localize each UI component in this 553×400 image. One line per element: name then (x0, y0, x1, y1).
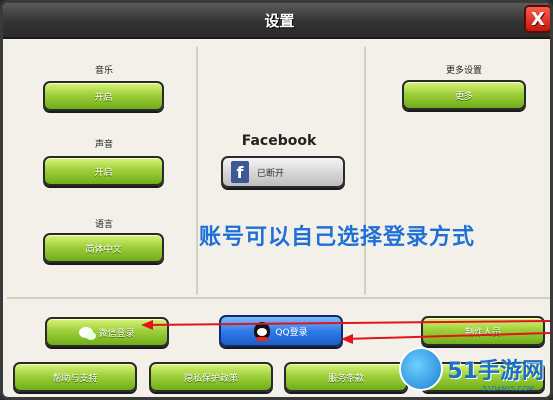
more-settings-label: 更多设置 (445, 66, 482, 76)
column-divider-left (196, 47, 198, 295)
help-support-button[interactable]: 帮助与支持 (13, 362, 137, 392)
facebook-label: Facebook (241, 133, 317, 149)
facebook-button-label: 已断开 (257, 168, 285, 179)
settings-window: 设置 X 音乐 开启 声音 开启 语言 简体中文 Facebook f 已断开 … (0, 0, 553, 400)
watermark-logo-icon (399, 347, 444, 391)
wechat-login-label: 微信登录 (98, 328, 135, 339)
credits-button[interactable]: 制作人员 (421, 316, 545, 346)
music-toggle-button[interactable]: 开启 (43, 81, 164, 111)
language-label: 语言 (94, 220, 113, 230)
annotation-text: 账号可以自己选择登录方式 (199, 225, 476, 250)
sound-toggle-button[interactable]: 开启 (43, 156, 164, 186)
privacy-policy-button[interactable]: 隐私保护政策 (149, 362, 273, 392)
wechat-login-button[interactable]: 微信登录 (45, 317, 169, 347)
more-settings-button[interactable]: 更多 (402, 80, 526, 110)
sound-label: 声音 (94, 140, 113, 150)
section-divider (7, 297, 550, 299)
title-bar: 设置 X (3, 3, 550, 39)
facebook-icon: f (231, 161, 249, 183)
site-watermark: 51手游网 51DANYS.COM (399, 347, 544, 393)
terms-of-service-button[interactable]: 服务条款 (284, 362, 408, 392)
qq-penguin-icon (254, 322, 271, 341)
watermark-subtext: 51DANYS.COM (482, 385, 534, 393)
column-divider-right (364, 47, 366, 295)
watermark-text: 51手游网 (447, 359, 544, 384)
qq-login-button[interactable]: QQ登录 (219, 315, 343, 347)
wechat-icon (79, 326, 97, 340)
music-label: 音乐 (94, 66, 113, 76)
facebook-connect-button[interactable]: f 已断开 (221, 156, 345, 188)
qq-login-label: QQ登录 (275, 327, 308, 338)
window-title: 设置 (264, 12, 295, 30)
language-select-button[interactable]: 简体中文 (43, 233, 164, 263)
close-button[interactable]: X (524, 5, 550, 33)
